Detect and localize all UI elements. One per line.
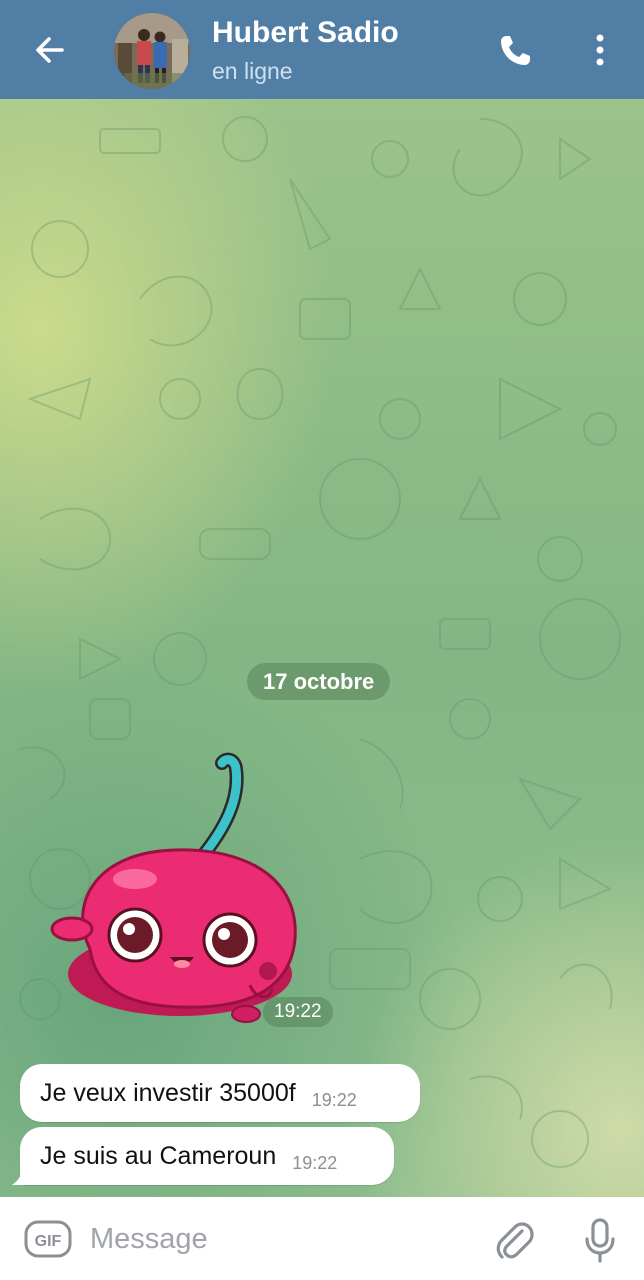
gif-icon[interactable]: GIF bbox=[24, 1219, 72, 1259]
message-text: Je suis au Cameroun bbox=[40, 1141, 277, 1170]
phone-icon[interactable] bbox=[494, 28, 538, 72]
pink-cherry-sticker[interactable] bbox=[50, 749, 310, 1029]
message-timestamp: 19:22 bbox=[292, 1152, 338, 1173]
contact-name[interactable]: Hubert Sadio bbox=[212, 16, 399, 50]
avatar[interactable] bbox=[114, 13, 190, 89]
microphone-icon[interactable] bbox=[580, 1217, 620, 1263]
message-bubble[interactable]: Je suis au Cameroun 19:22 bbox=[20, 1127, 394, 1185]
chat-area[interactable]: 17 octobre 19:22 Je veux investir 35000f… bbox=[0, 99, 644, 1197]
chat-wallpaper-doodles bbox=[19, 116, 621, 1168]
message-timestamp: 19:22 bbox=[311, 1089, 357, 1110]
more-vertical-icon[interactable] bbox=[585, 28, 615, 72]
gif-label: GIF bbox=[35, 1233, 62, 1250]
message-text: Je veux investir 35000f bbox=[40, 1078, 296, 1107]
message-composer: GIF bbox=[0, 1197, 644, 1280]
arrow-left-icon[interactable] bbox=[28, 28, 72, 72]
message-input[interactable] bbox=[90, 1215, 470, 1263]
contact-status: en ligne bbox=[212, 58, 293, 84]
date-separator: 17 octobre bbox=[247, 663, 391, 700]
chat-header: Hubert Sadio en ligne bbox=[0, 0, 644, 99]
sticker-timestamp: 19:22 bbox=[263, 997, 333, 1027]
bubble-tail bbox=[12, 1169, 30, 1185]
paperclip-icon[interactable] bbox=[492, 1217, 536, 1261]
message-bubble[interactable]: Je veux investir 35000f 19:22 bbox=[20, 1064, 420, 1122]
